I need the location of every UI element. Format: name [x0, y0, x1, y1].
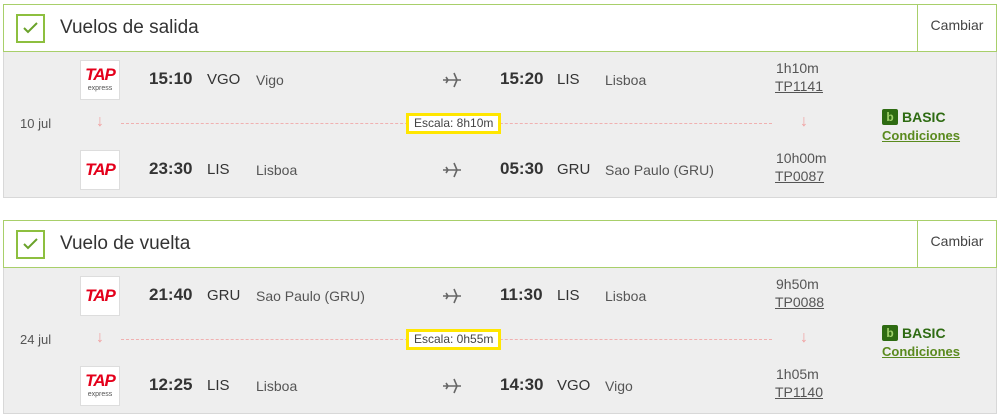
flight-leg: TAP express 12:25 LIS Lisboa 14:30 VGO V…	[4, 364, 998, 408]
return-header: Vuelo de vuelta Cambiar	[3, 220, 997, 268]
outbound-section: Vuelos de salida Cambiar TAP express 15:…	[3, 4, 997, 200]
plane-icon	[441, 376, 463, 396]
fare-info: b BASIC Condiciones	[882, 324, 960, 359]
fare-info: b BASIC Condiciones	[882, 108, 960, 143]
arrival-code: VGO	[557, 377, 591, 394]
flight-number-link[interactable]: TP1141	[775, 78, 823, 94]
down-arrow-icon: ↓	[800, 113, 808, 130]
fare-name: BASIC	[902, 108, 946, 125]
flight-number-link[interactable]: TP0088	[775, 294, 824, 310]
departure-time: 21:40	[149, 285, 193, 304]
return-section: Vuelo de vuelta Cambiar TAP 21:40 GRU Sa…	[3, 220, 997, 416]
fare-name: BASIC	[902, 324, 946, 341]
fare-icon: b	[882, 324, 898, 341]
arrival-city: Lisboa	[605, 288, 647, 304]
airline-logo: TAP	[80, 150, 120, 190]
arrival-time: 15:20	[500, 69, 544, 88]
layover-row: 24 jul ↓ Escala: 0h55m ↓	[4, 329, 998, 351]
plane-icon	[441, 70, 463, 90]
down-arrow-icon: ↓	[96, 113, 104, 130]
departure-code: LIS	[207, 161, 230, 178]
down-arrow-icon: ↓	[800, 329, 808, 346]
departure-code: GRU	[207, 287, 241, 304]
flight-duration: 1h10m	[776, 60, 819, 76]
change-button[interactable]: Cambiar	[917, 5, 996, 51]
arrival-code: LIS	[557, 71, 580, 88]
flight-leg: TAP 21:40 GRU Sao Paulo (GRU) 11:30 LIS …	[4, 274, 998, 318]
arrival-time: 05:30	[500, 159, 544, 178]
flight-duration: 10h00m	[776, 150, 827, 166]
flight-leg: TAP express 15:10 VGO Vigo 15:20 LIS Lis…	[4, 58, 998, 102]
arrival-code: GRU	[557, 161, 591, 178]
airline-logo: TAP express	[80, 60, 120, 100]
layover-badge: Escala: 0h55m	[406, 329, 502, 350]
flight-date: 10 jul	[20, 116, 52, 131]
plane-icon	[441, 286, 463, 306]
change-button[interactable]: Cambiar	[917, 221, 996, 267]
arrival-city: Sao Paulo (GRU)	[605, 162, 714, 178]
departure-code: LIS	[207, 377, 230, 394]
departure-time: 12:25	[149, 375, 193, 394]
section-title: Vuelo de vuelta	[60, 233, 191, 254]
departure-city: Sao Paulo (GRU)	[256, 288, 365, 304]
departure-city: Vigo	[256, 72, 284, 88]
departure-time: 15:10	[149, 69, 193, 88]
layover-badge: Escala: 8h10m	[406, 113, 502, 134]
flight-date: 24 jul	[20, 332, 52, 347]
flight-number-link[interactable]: TP0087	[775, 168, 824, 184]
arrival-code: LIS	[557, 287, 580, 304]
check-icon[interactable]	[16, 230, 45, 259]
check-icon[interactable]	[16, 14, 45, 43]
outbound-header: Vuelos de salida Cambiar	[3, 4, 997, 52]
layover-row: 10 jul ↓ Escala: 8h10m ↓	[4, 113, 998, 135]
fare-icon: b	[882, 108, 898, 125]
arrival-city: Vigo	[605, 378, 633, 394]
flight-duration: 1h05m	[776, 366, 819, 382]
itinerary-body: TAP 21:40 GRU Sao Paulo (GRU) 11:30 LIS …	[3, 268, 997, 414]
arrival-time: 11:30	[500, 285, 543, 304]
airline-logo: TAP	[80, 276, 120, 316]
departure-time: 23:30	[149, 159, 193, 178]
arrival-city: Lisboa	[605, 72, 647, 88]
airline-logo: TAP express	[80, 366, 120, 406]
section-title: Vuelos de salida	[60, 17, 199, 38]
flight-number-link[interactable]: TP1140	[775, 384, 823, 400]
plane-icon	[441, 160, 463, 180]
flight-leg: TAP 23:30 LIS Lisboa 05:30 GRU Sao Paulo…	[4, 148, 998, 192]
flight-duration: 9h50m	[776, 276, 819, 292]
down-arrow-icon: ↓	[96, 329, 104, 346]
departure-code: VGO	[207, 71, 241, 88]
departure-city: Lisboa	[256, 162, 298, 178]
arrival-time: 14:30	[500, 375, 544, 394]
conditions-link[interactable]: Condiciones	[882, 344, 960, 359]
departure-city: Lisboa	[256, 378, 298, 394]
conditions-link[interactable]: Condiciones	[882, 128, 960, 143]
itinerary-body: TAP express 15:10 VGO Vigo 15:20 LIS Lis…	[3, 52, 997, 198]
